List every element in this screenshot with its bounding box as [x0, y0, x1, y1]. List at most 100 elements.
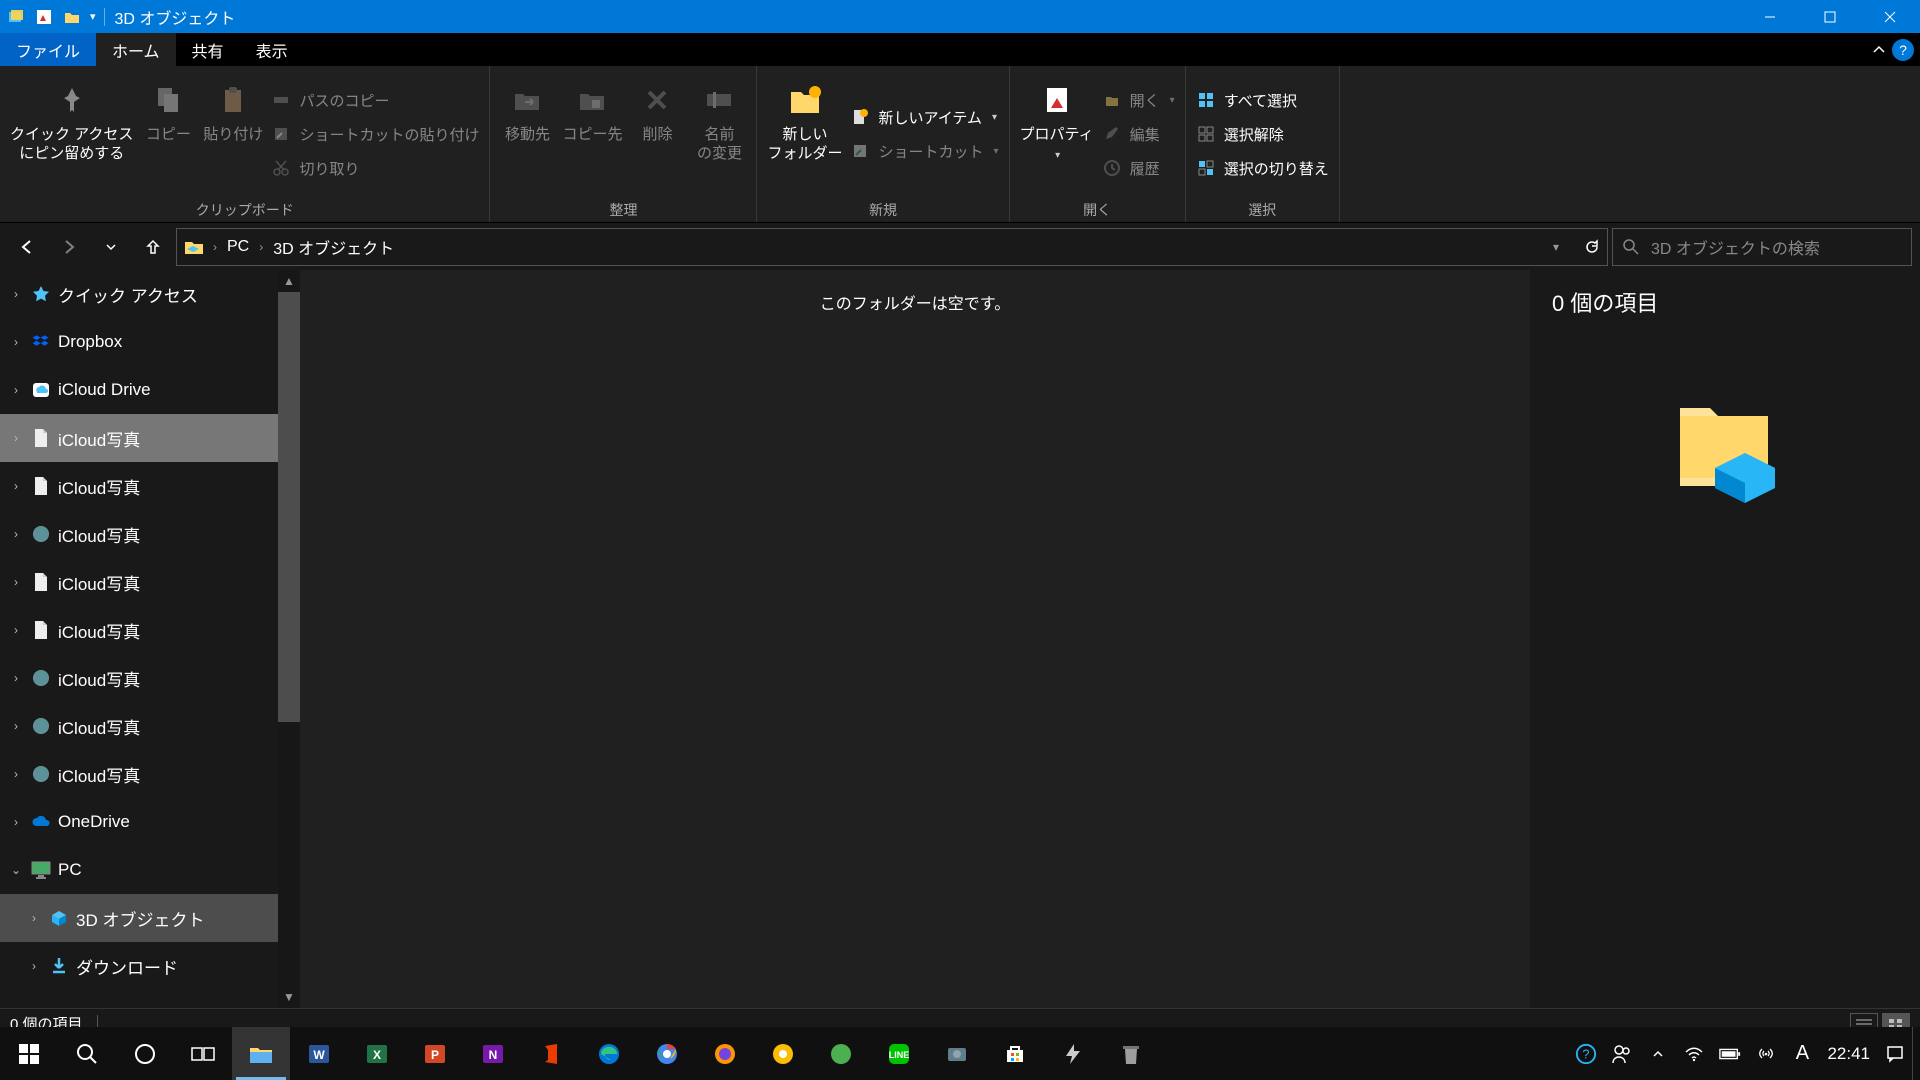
nav-item[interactable]: ›Dropbox: [0, 318, 300, 366]
new-shortcut-button[interactable]: ショートカット▾: [850, 138, 998, 164]
nav-item[interactable]: ›OneDrive: [0, 798, 300, 846]
taskbar-firefox[interactable]: [696, 1027, 754, 1080]
search-box[interactable]: 3D オブジェクトの検索: [1612, 228, 1912, 266]
history-button[interactable]: 履歴: [1102, 155, 1175, 181]
cortana-button[interactable]: [116, 1027, 174, 1080]
pin-quick-access-button[interactable]: クイック アクセスにピン留めする: [10, 74, 133, 194]
move-to-button[interactable]: 移動先: [500, 74, 554, 194]
open-button[interactable]: 開く▾: [1102, 87, 1175, 113]
nav-item[interactable]: ›iCloud写真: [0, 606, 300, 654]
nav-item[interactable]: ›iCloud写真: [0, 510, 300, 558]
content-pane[interactable]: このフォルダーは空です。: [300, 270, 1530, 1008]
navigation-pane: ›クイック アクセス›Dropbox›iCloud Drive›iCloud写真…: [0, 270, 300, 1008]
taskbar-app-camera[interactable]: [928, 1027, 986, 1080]
nav-item[interactable]: ›iCloud写真: [0, 654, 300, 702]
nav-up-button[interactable]: [134, 228, 172, 266]
ribbon-collapse-icon[interactable]: [1872, 43, 1886, 57]
tab-home[interactable]: ホーム: [96, 33, 176, 66]
new-folder-button[interactable]: 新しいフォルダー: [767, 74, 842, 194]
taskbar-onenote[interactable]: N: [464, 1027, 522, 1080]
nav-item[interactable]: ›iCloud写真: [0, 558, 300, 606]
new-item-button[interactable]: 新しいアイテム▾: [850, 104, 998, 130]
qat-dropdown-icon[interactable]: ▾: [90, 10, 96, 23]
taskbar-powerpoint[interactable]: P: [406, 1027, 464, 1080]
nav-item-label: iCloud Drive: [58, 380, 151, 400]
taskbar-store[interactable]: [986, 1027, 1044, 1080]
nav-item-icon: [30, 379, 52, 401]
edit-button[interactable]: 編集: [1102, 121, 1175, 147]
tab-view[interactable]: 表示: [240, 33, 304, 66]
nav-item[interactable]: ›3D オブジェクト: [0, 894, 300, 942]
taskbar-recycle-bin[interactable]: [1102, 1027, 1160, 1080]
taskbar-word[interactable]: W: [290, 1027, 348, 1080]
close-button[interactable]: [1860, 0, 1920, 33]
nav-item[interactable]: ›ダウンロード: [0, 942, 300, 990]
cut-button[interactable]: 切り取り: [271, 155, 479, 181]
nav-item[interactable]: ›iCloud写真: [0, 702, 300, 750]
paste-button[interactable]: 貼り付け: [203, 74, 263, 194]
copy-button[interactable]: コピー: [141, 74, 195, 194]
tray-notifications-icon[interactable]: [1884, 1043, 1906, 1065]
task-view-button[interactable]: [174, 1027, 232, 1080]
taskbar-line[interactable]: LINE: [870, 1027, 928, 1080]
tray-connect-icon[interactable]: [1755, 1043, 1777, 1065]
tray-battery-icon[interactable]: [1719, 1043, 1741, 1065]
tray-help-icon[interactable]: ?: [1575, 1043, 1597, 1065]
taskbar-excel[interactable]: X: [348, 1027, 406, 1080]
qat-properties-icon[interactable]: [34, 7, 54, 27]
nav-forward-button[interactable]: [50, 228, 88, 266]
taskbar-edge[interactable]: [580, 1027, 638, 1080]
tray-people-icon[interactable]: [1611, 1043, 1633, 1065]
nav-history-dropdown[interactable]: [92, 228, 130, 266]
refresh-button[interactable]: [1583, 238, 1601, 256]
breadcrumb-dropdown-icon[interactable]: ▾: [1553, 240, 1559, 254]
taskbar: W X P N LINE ? A 22:41: [0, 1027, 1920, 1080]
search-icon: [1623, 239, 1639, 255]
taskbar-chrome[interactable]: [638, 1027, 696, 1080]
rename-button[interactable]: 名前の変更: [692, 74, 746, 194]
taskbar-chrome-canary[interactable]: [754, 1027, 812, 1080]
breadcrumb-bar[interactable]: ›PC›3D オブジェクト ▾: [176, 228, 1608, 266]
svg-text:X: X: [373, 1048, 381, 1062]
tab-file[interactable]: ファイル: [0, 33, 96, 66]
invert-selection-button[interactable]: 選択の切り替え: [1196, 155, 1329, 181]
taskbar-app-green[interactable]: [812, 1027, 870, 1080]
properties-button[interactable]: プロパティ▾: [1020, 74, 1094, 194]
qat-folder-icon[interactable]: [62, 7, 82, 27]
select-none-button[interactable]: 選択解除: [1196, 121, 1329, 147]
nav-item[interactable]: ›iCloud写真: [0, 414, 300, 462]
qat-app-icon: [6, 7, 26, 27]
select-all-button[interactable]: すべて選択: [1196, 87, 1329, 113]
breadcrumb-pc[interactable]: PC: [227, 238, 249, 256]
maximize-button[interactable]: [1800, 0, 1860, 33]
search-button[interactable]: [58, 1027, 116, 1080]
start-button[interactable]: [0, 1027, 58, 1080]
delete-button[interactable]: 削除: [630, 74, 684, 194]
nav-item[interactable]: ⌄PC: [0, 846, 300, 894]
taskbar-office[interactable]: [522, 1027, 580, 1080]
help-icon[interactable]: ?: [1892, 39, 1914, 61]
nav-item[interactable]: ›iCloud写真: [0, 462, 300, 510]
nav-back-button[interactable]: [8, 228, 46, 266]
chevron-right-icon: ›: [8, 287, 24, 301]
nav-item-label: iCloud写真: [58, 570, 140, 595]
nav-item[interactable]: ›クイック アクセス: [0, 270, 300, 318]
nav-item[interactable]: ›iCloud写真: [0, 750, 300, 798]
scroll-up-icon[interactable]: ▲: [278, 270, 300, 292]
minimize-button[interactable]: [1740, 0, 1800, 33]
tab-share[interactable]: 共有: [176, 33, 240, 66]
taskbar-app-bolt[interactable]: [1044, 1027, 1102, 1080]
tray-wifi-icon[interactable]: [1683, 1043, 1705, 1065]
tray-ime-icon[interactable]: A: [1791, 1043, 1813, 1065]
scroll-down-icon[interactable]: ▼: [278, 986, 300, 1008]
paste-shortcut-button[interactable]: ショートカットの貼り付け: [271, 121, 479, 147]
copy-path-button[interactable]: パスのコピー: [271, 87, 479, 113]
show-desktop-button[interactable]: [1912, 1027, 1920, 1080]
taskbar-explorer[interactable]: [232, 1027, 290, 1080]
tray-clock[interactable]: 22:41: [1827, 1044, 1870, 1064]
nav-scrollbar[interactable]: ▲ ▼: [278, 270, 300, 1008]
nav-item[interactable]: ›iCloud Drive: [0, 366, 300, 414]
breadcrumb-folder[interactable]: 3D オブジェクト: [273, 235, 394, 259]
tray-overflow-icon[interactable]: [1647, 1043, 1669, 1065]
copy-to-button[interactable]: コピー先: [562, 74, 622, 194]
